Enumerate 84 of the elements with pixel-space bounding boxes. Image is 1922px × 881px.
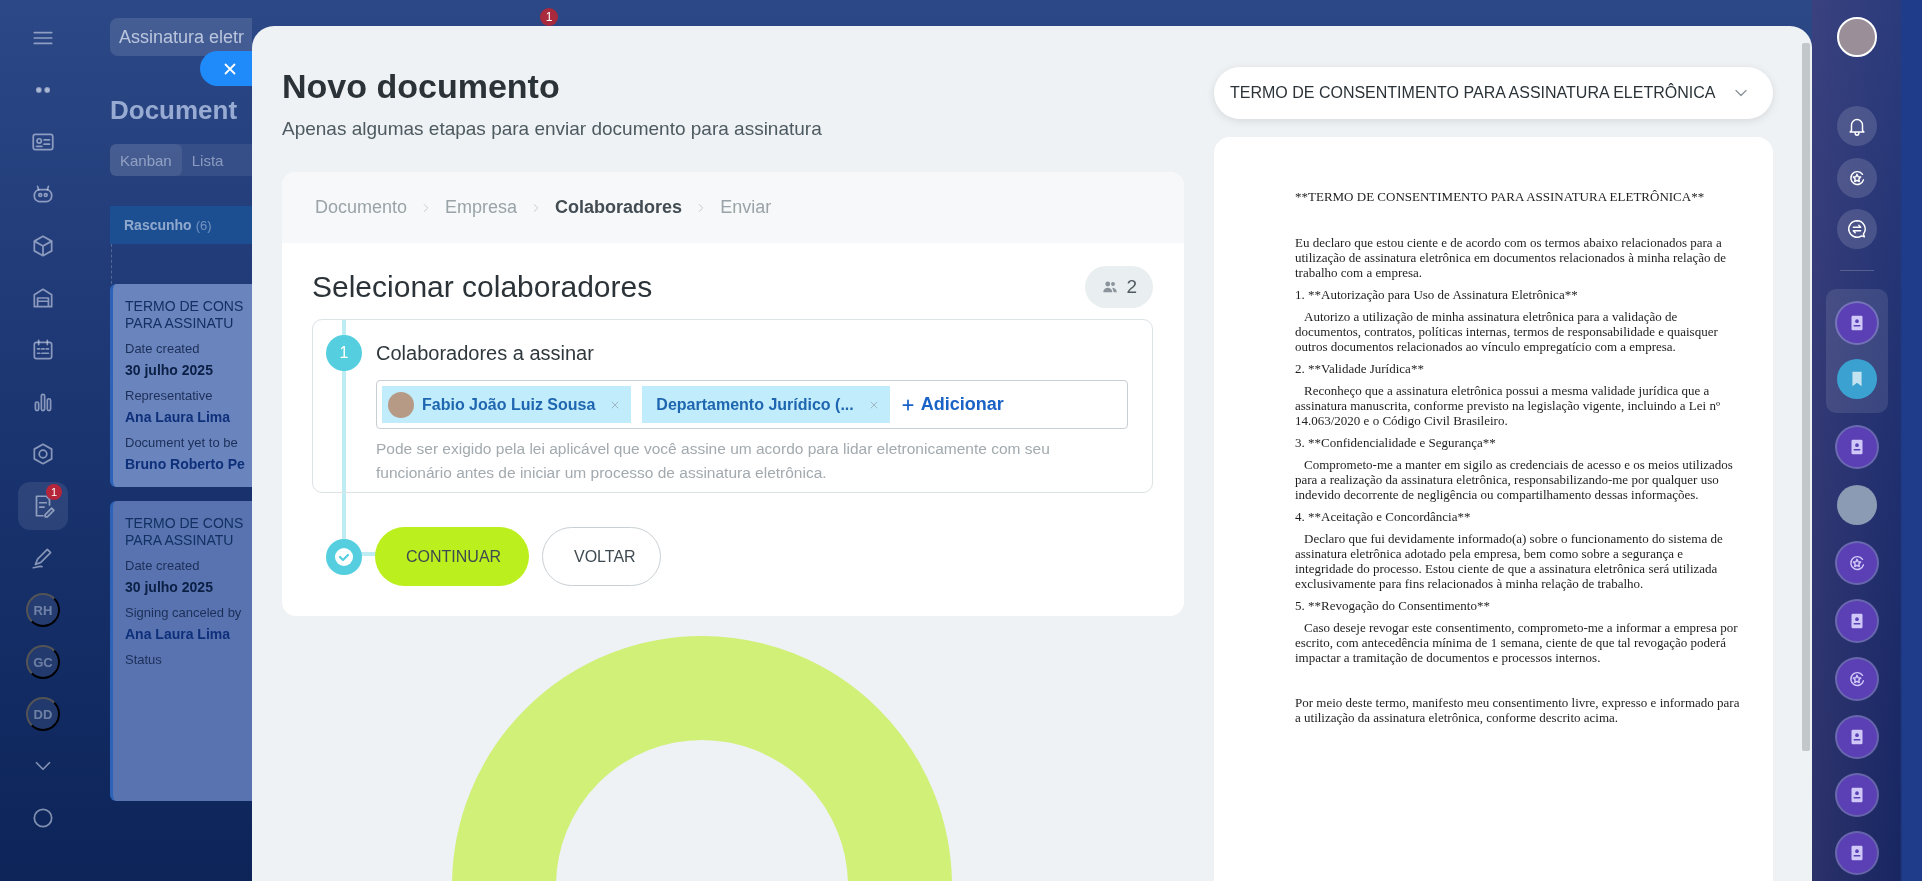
member-count-badge: 2 [1085, 265, 1153, 308]
nav-button[interactable]: 1 [18, 482, 68, 530]
contact-book-button[interactable] [1837, 427, 1877, 467]
document-paragraph: Reconheço que a assinatura eletrônica possui a mesma validade jurídica que a assinatura manuscrita, conforme previsto na legislação vigente, incluindo a Lei nº 14.063/2020 e o Código Civil Brasileiro. [1295, 383, 1721, 428]
document-paragraph: Eu declaro que estou ciente e de acordo com os termos abaixo relacionados para a utilização de assinatura eletrônica em documentos relacionados à minha relação de trabalho com a empresa. [1295, 235, 1727, 280]
avatar[interactable] [1837, 485, 1877, 525]
field-label: Document yet to be [125, 435, 239, 451]
person-link[interactable]: Bruno Roberto Pe [125, 455, 252, 473]
document-heading: 3. **Confidencialidade e Segurança** [1295, 435, 1497, 450]
step-label[interactable]: Empresa [445, 197, 518, 218]
column-title: Rascunho [124, 217, 192, 233]
field-label: Signing canceled by [125, 605, 243, 621]
step-label[interactable]: Documento [315, 197, 408, 218]
tag-label: Departamento Jurídico (... [656, 395, 854, 414]
contact-book-button[interactable] [1837, 775, 1877, 815]
initials-button[interactable]: RH [26, 593, 60, 627]
field-value: 30 julho 2025 [125, 578, 214, 596]
chat-arrows-button[interactable] [1837, 209, 1877, 249]
document-paragraph: Autorizo a utilização de minha assinatura eletrônica para a validação de documentos, contratos, políticas internas, termos de responsabilidade e quaisquer outros documentos relacionados ao vínculo empregatício com a empresa. [1295, 309, 1719, 354]
page-title: Document [110, 94, 239, 127]
add-link[interactable]: Adicionar [900, 394, 1004, 415]
hint-text: Pode ser exigido pela lei aplicável que você assine um acordo para lidar eletronicamente com seu funcionário antes de iniciar um processo de assinatura eletrônica. [376, 439, 1051, 483]
document-card[interactable]: TERMO DE CONS PARA ASSINATU Date created 30 julho 2025 Signing canceled by Ana Laura Lima Status [110, 501, 252, 801]
step-check-icon [326, 538, 362, 575]
contact-book-button[interactable] [1837, 601, 1877, 641]
step-number: 1 [326, 335, 362, 371]
document-paragraph: Caso deseje revogar este consentimento, comprometo-me a informar a empresa por escrito, com antecedência mínima de 1 semana, ciente de que tal revogação poderá impactar a tramitação de documentos e processos internos. [1295, 620, 1739, 665]
avatar[interactable] [1837, 17, 1877, 57]
step-label[interactable]: Enviar [720, 197, 772, 218]
step-label[interactable]: Colaboradores [555, 197, 683, 218]
continue-button[interactable]: CONTINUAR [375, 527, 529, 586]
person-link[interactable]: Ana Laura Lima [125, 625, 252, 643]
field-label: Representative [125, 388, 214, 404]
contact-book-button[interactable] [1837, 833, 1877, 873]
initials-button[interactable]: GC [26, 645, 60, 679]
document-paragraph: Por meio deste termo, manifesto meu consentimento livre, expresso e informado para a utilização da assinatura eletrônica, conforme descrito acima. [1295, 695, 1741, 725]
document-heading: 2. **Validade Jurídica** [1295, 361, 1425, 376]
document-selector[interactable]: TERMO DE CONSENTIMENTO PARA ASSINATURA ELETRÔNICA [1214, 67, 1773, 119]
spiral-button[interactable] [1837, 158, 1877, 198]
avatar [388, 391, 414, 418]
notification-badge: 1 [540, 8, 558, 26]
person-link[interactable]: Ana Laura Lima [125, 408, 252, 426]
contact-book-button[interactable] [1837, 303, 1877, 343]
close-button[interactable] [200, 51, 252, 86]
spiral-button[interactable] [1837, 543, 1877, 583]
cube-icon [30, 233, 56, 259]
step-title: Colaboradores a assinar [376, 341, 594, 365]
column-count: (6) [195, 217, 212, 233]
card-title: TERMO DE CONS [125, 298, 245, 315]
initials-button[interactable]: DD [26, 697, 60, 731]
view-tab[interactable]: Kanban [110, 144, 182, 176]
dialog-title: Novo documento [282, 66, 561, 107]
document-heading: 5. **Revogação do Consentimento** [1295, 598, 1491, 613]
notification-badge: 1 [46, 484, 62, 500]
document-paragraph: Declaro que fui devidamente informado(a) sobre o funcionamento do sistema de assinatura eletrônica adotado pela empresa, bem como sobre a segurança e integridade do processo. Estou ciente de que a assinatura eletrônica será utilizada exclusivamente para fins relacionados à minha relação de trabalho. [1295, 531, 1724, 591]
bell-button[interactable] [1837, 106, 1877, 146]
bookmark-button[interactable] [1837, 359, 1877, 399]
document-card[interactable]: TERMO DE CONS PARA ASSINATU Date created 30 julho 2025 Representative Ana Laura Lima Document yet to be Bruno Roberto Pe [110, 284, 252, 487]
field-label: Date created [125, 341, 201, 357]
signers-field[interactable]: Fabio João Luiz Sousa Departamento Jurídico (... Adicionar [376, 380, 1128, 429]
document-heading: 1. **Autorização para Uso de Assinatura Eletrônica** [1295, 287, 1579, 302]
spiral-button[interactable] [1837, 659, 1877, 699]
chat-arrows-icon [1846, 218, 1868, 240]
document-title: **TERMO DE CONSENTIMENTO PARA ASSINATURA ELETRÔNICA** [1295, 189, 1706, 204]
section-title: Selecionar colaboradores [312, 268, 653, 305]
document-paragraph: Comprometo-me a manter em sigilo as credenciais de acesso e os meios utilizados para a realização da assinatura eletrônica, responsabilizando-me por qualquer uso indevido decorrente de negligência ou compartilhamento dessas informações. [1295, 457, 1734, 502]
plus-icon [900, 397, 915, 412]
hexagon-icon [30, 441, 56, 467]
contact-book-button[interactable] [1837, 717, 1877, 757]
card-title: PARA ASSINATU [125, 315, 235, 332]
field-label: Date created [125, 558, 201, 574]
field-label: Status [125, 652, 163, 668]
dialog-subtitle: Apenas algumas etapas para enviar documento para assinatura [282, 117, 823, 141]
scrollbar[interactable] [1802, 43, 1810, 751]
tag-label: Fabio João Luiz Sousa [422, 395, 596, 414]
view-tab[interactable]: Lista [181, 144, 234, 176]
document-heading: 4. **Aceitação e Concordância** [1295, 509, 1472, 524]
card-title: TERMO DE CONS [125, 515, 245, 532]
card-title: PARA ASSINATU [125, 532, 235, 549]
back-button[interactable]: VOLTAR [542, 527, 661, 586]
field-value: 30 julho 2025 [125, 361, 214, 379]
dots-icon [36, 87, 50, 93]
selector-value: TERMO DE CONSENTIMENTO PARA ASSINATURA ELETRÔNICA [1230, 84, 1716, 102]
calendar-icon [30, 337, 56, 363]
